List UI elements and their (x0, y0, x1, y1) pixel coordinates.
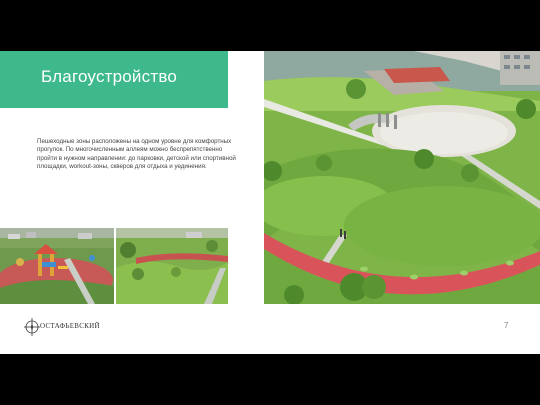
title-band: Благоустройство (0, 51, 228, 108)
slide-frame: Благоустройство Пешеходные зоны располож… (0, 0, 540, 405)
logo-text: ОСТАФЬЕВСКИЙ (40, 322, 100, 330)
playground-photo (0, 228, 114, 304)
page-number: 7 (504, 321, 509, 330)
description-text: Пешеходные зоны расположены на одном уро… (37, 138, 236, 171)
aerial-courtyard-render (264, 51, 540, 304)
compass-star-icon (24, 318, 40, 336)
company-logo: ОСТАФЬЕВСКИЙ (24, 317, 100, 337)
slide-title: Благоустройство (41, 67, 178, 86)
park-photo (116, 228, 228, 304)
slide-page: Благоустройство Пешеходные зоны располож… (0, 51, 540, 354)
